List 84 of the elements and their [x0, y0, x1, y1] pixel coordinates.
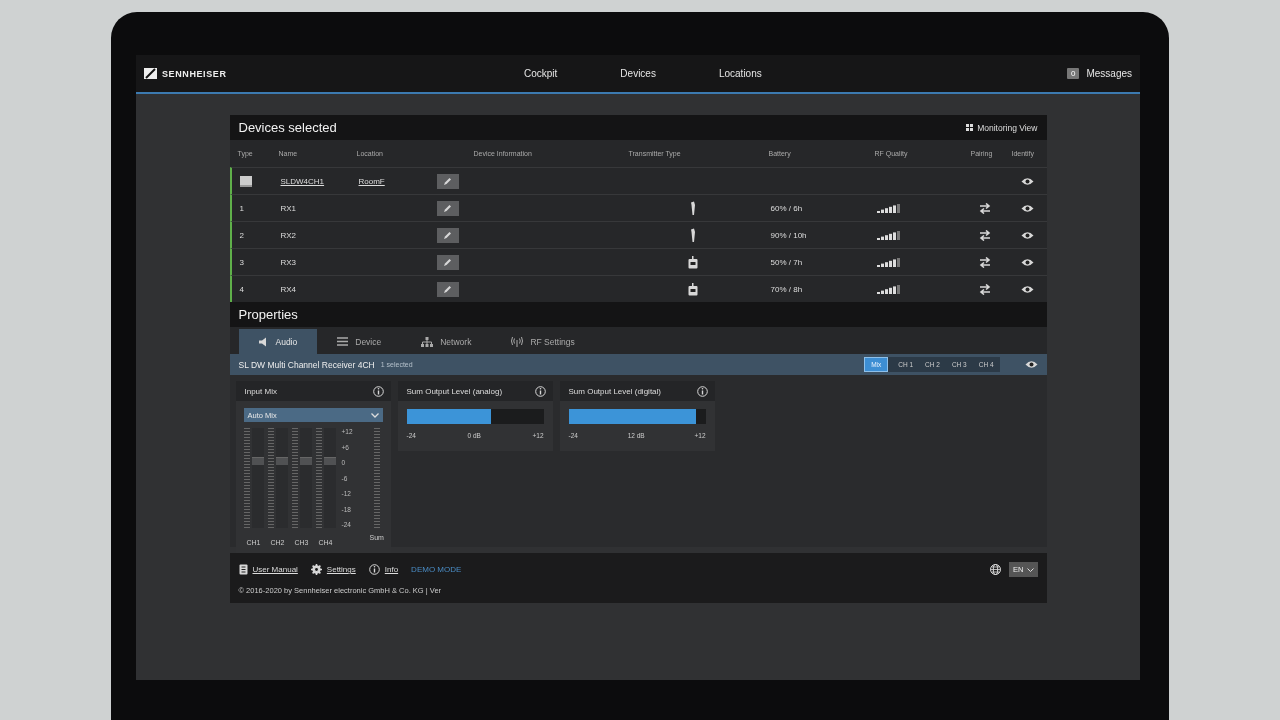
eye-icon[interactable] [1020, 203, 1034, 213]
table-cell: 60% / 6h [770, 203, 803, 213]
list-icon [337, 337, 349, 346]
nav-link[interactable]: Cockpit [524, 68, 558, 79]
eye-icon[interactable] [1020, 257, 1034, 267]
card-title: Sum Output Level (analog) [406, 386, 503, 396]
tab[interactable]: Network [401, 329, 492, 354]
table-cell: 50% / 7h [770, 257, 803, 267]
signal-bars-icon [876, 257, 901, 267]
microphone-icon [688, 200, 697, 216]
signal-bars-icon [876, 230, 901, 240]
edit-button[interactable] [436, 200, 459, 216]
speaker-icon [258, 336, 269, 347]
gear-icon [310, 564, 322, 575]
eye-icon[interactable] [1020, 230, 1034, 240]
table-cell: 1 [239, 203, 244, 213]
pencil-icon [443, 176, 452, 186]
signal-bars-icon [876, 203, 901, 213]
eye-icon[interactable] [1020, 284, 1034, 294]
info-icon [368, 564, 380, 575]
device-name: SL DW Multi Channel Receiver 4CH [238, 359, 375, 370]
footer-link[interactable]: Settings [326, 565, 356, 574]
pencil-icon [443, 284, 452, 294]
pencil-icon [443, 257, 452, 267]
table-cell: 70% / 8h [770, 284, 803, 294]
chevron-down-icon [1026, 567, 1034, 572]
fader-track[interactable] [299, 428, 312, 528]
table-cell: 90% / 10h [770, 230, 807, 240]
swap-arrows-icon[interactable] [979, 283, 991, 295]
panel-title: Properties [238, 307, 298, 322]
antenna-icon [511, 336, 524, 347]
eye-icon[interactable] [1024, 360, 1038, 369]
eye-icon[interactable] [1020, 176, 1034, 186]
message-count-badge[interactable]: 0 [1066, 68, 1080, 79]
nav-link[interactable]: Locations [718, 68, 762, 79]
table-cell: 2 [239, 230, 244, 240]
table-cell: RX4 [280, 284, 297, 294]
fader-track[interactable] [323, 428, 336, 528]
receiver-icon [239, 175, 252, 187]
card-title: Sum Output Level (digital) [568, 386, 661, 396]
bodypack-icon [687, 255, 698, 269]
info-icon[interactable] [696, 385, 708, 397]
swap-arrows-icon[interactable] [979, 202, 991, 214]
pencil-icon [443, 230, 452, 240]
bodypack-icon [687, 282, 698, 296]
level-slider-track[interactable] [406, 409, 544, 424]
card-title: Input Mix [244, 386, 277, 396]
tab[interactable]: Audio [238, 329, 318, 354]
demo-mode-label: DEMO MODE [411, 565, 462, 574]
swap-arrows-icon[interactable] [979, 229, 991, 241]
monitoring-view-button[interactable]: Monitoring View [966, 122, 1038, 133]
edit-button[interactable] [436, 254, 459, 270]
edit-button[interactable] [436, 281, 459, 297]
chevron-down-icon [370, 412, 379, 418]
pencil-icon [443, 203, 452, 213]
signal-bars-icon [876, 284, 901, 294]
device-name-link[interactable]: SLDW4CH1 [280, 176, 325, 186]
fader-track[interactable] [275, 428, 288, 528]
footer-link[interactable]: Info [384, 565, 399, 574]
table-cell: 4 [239, 284, 244, 294]
footer-link[interactable]: User Manual [252, 565, 298, 574]
tab[interactable]: RF Settings [491, 329, 595, 354]
nav-link[interactable]: Devices [620, 68, 656, 79]
location-link[interactable]: RoomF [358, 176, 385, 186]
info-icon[interactable] [372, 385, 384, 397]
logo-wordmark: SENNHEISER [162, 68, 227, 79]
edit-button[interactable] [436, 227, 459, 243]
document-icon [238, 564, 248, 575]
info-icon[interactable] [534, 385, 546, 397]
messages-link[interactable]: Messages [1086, 68, 1132, 79]
swap-arrows-icon[interactable] [979, 256, 991, 268]
table-cell: RX2 [280, 230, 297, 240]
tab[interactable]: Device [317, 329, 402, 354]
fader-track[interactable] [251, 428, 264, 528]
table-cell: RX1 [280, 203, 297, 213]
microphone-icon [688, 227, 697, 243]
network-icon [421, 336, 434, 347]
table-cell: 3 [239, 257, 244, 267]
edit-button[interactable] [436, 173, 459, 189]
panel-title: Devices selected [238, 120, 337, 135]
table-cell: RX3 [280, 257, 297, 267]
globe-icon [990, 564, 1002, 575]
logo-icon [144, 68, 157, 79]
grid-icon [966, 124, 974, 131]
